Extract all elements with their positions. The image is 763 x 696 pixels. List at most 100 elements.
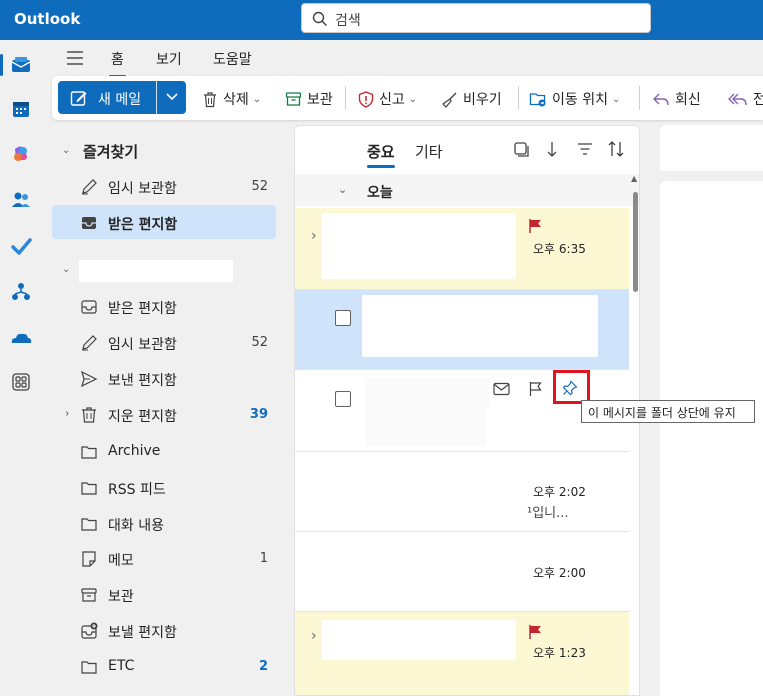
trash-icon: [82, 407, 96, 423]
people-app-icon[interactable]: [8, 187, 34, 213]
folder-count: 2: [258, 659, 268, 674]
flag-icon[interactable]: [527, 218, 543, 234]
search-box[interactable]: 검색: [301, 3, 651, 33]
select-checkbox[interactable]: [335, 391, 351, 407]
sweep-label: 비우기: [463, 92, 502, 108]
move-to-label: 이동 위치: [552, 92, 608, 108]
more-apps-icon[interactable]: [8, 369, 34, 395]
message-time: 오후 2:00: [533, 566, 586, 580]
arrow-down-icon[interactable]: [546, 140, 558, 158]
message-item-selected[interactable]: [295, 290, 629, 370]
redacted-content: [322, 620, 516, 660]
chevron-down-icon[interactable]: ⌄: [62, 145, 70, 156]
folder-conversation[interactable]: 대화 내용: [52, 506, 276, 540]
pencil-icon: [82, 179, 97, 195]
split-divider: [156, 81, 157, 114]
search-icon: [312, 11, 327, 26]
folder-etc[interactable]: ETC 2: [52, 649, 276, 683]
hamburger-icon[interactable]: [66, 50, 84, 66]
tab-help[interactable]: 도움말: [213, 49, 252, 69]
folder-archive-ko[interactable]: 보관: [52, 577, 276, 611]
folder-outbox[interactable]: 보낼 편지함: [52, 613, 276, 647]
folder-sent[interactable]: 보낸 편지함: [52, 361, 276, 395]
tab-other[interactable]: 기타: [415, 141, 443, 162]
message-item[interactable]: › 오후 1:23: [295, 612, 629, 695]
chevron-right-icon[interactable]: ›: [311, 628, 317, 644]
folder-label: 받은 편지함: [108, 217, 178, 233]
filter-icon[interactable]: [577, 142, 593, 156]
group-label: 오늘: [367, 185, 393, 201]
mail-app-icon[interactable]: [8, 52, 34, 78]
reply-all-label: 전: [753, 92, 763, 108]
todo-app-icon[interactable]: [8, 233, 34, 259]
copilot-app-icon[interactable]: [8, 141, 34, 167]
tab-focused[interactable]: 중요: [367, 141, 395, 168]
redacted-content: [485, 408, 583, 446]
chevron-down-icon[interactable]: ⌄: [253, 94, 261, 105]
folder-deleted[interactable]: ⌄ 지운 편지함 39: [52, 397, 276, 431]
message-time: 오후 2:02: [533, 485, 586, 499]
app-title: Outlook: [14, 10, 81, 28]
folder-rss[interactable]: RSS 피드: [52, 470, 276, 504]
group-header-today[interactable]: ⌄ 오늘: [295, 174, 639, 206]
chevron-down-icon[interactable]: ⌄: [409, 94, 417, 105]
flag-icon[interactable]: [527, 624, 543, 640]
redacted-content: [362, 295, 598, 357]
folder-inbox[interactable]: 받은 편지함: [52, 289, 276, 323]
folder-label: 대화 내용: [108, 518, 164, 534]
message-item[interactable]: › 오후 6:35: [295, 208, 629, 290]
mail-icon[interactable]: [493, 382, 510, 396]
message-item[interactable]: 오후 2:02 ¹입니...: [295, 452, 629, 532]
note-icon: [82, 551, 96, 567]
account-name-redacted: [79, 260, 233, 282]
folder-label: 임시 보관함: [108, 337, 177, 353]
archive-icon: [81, 588, 97, 602]
reading-pane-body: [660, 181, 763, 696]
sort-icon[interactable]: [607, 140, 625, 158]
reply-all-button[interactable]: 전: [728, 89, 763, 109]
flag-outline-icon[interactable]: [528, 381, 543, 397]
sweep-button[interactable]: 비우기: [441, 89, 502, 109]
scroll-up-icon[interactable]: ▲: [631, 174, 637, 183]
archive-button[interactable]: 보관: [285, 89, 333, 109]
new-mail-button[interactable]: 새 메일: [58, 81, 186, 114]
chevron-down-icon[interactable]: [166, 92, 178, 102]
calendar-app-icon[interactable]: [8, 96, 34, 122]
reply-label: 회신: [675, 92, 701, 108]
reply-button[interactable]: 회신: [652, 89, 701, 109]
favorites-header[interactable]: 즐겨찾기: [83, 141, 138, 162]
outbox-icon: [81, 622, 98, 639]
delete-button[interactable]: 삭제 ⌄: [202, 89, 261, 109]
folder-drafts[interactable]: 임시 보관함 52: [52, 325, 276, 359]
app-rail: [0, 40, 42, 696]
message-list-scrollbar[interactable]: [633, 192, 638, 292]
favorite-inbox[interactable]: 받은 편지함: [52, 205, 276, 239]
chevron-down-icon[interactable]: ⌄: [62, 264, 70, 275]
folder-pane: ⌄ 즐겨찾기 임시 보관함 52 받은 편지함 ⌄ 받은 편지함 임시 보관함 …: [52, 124, 286, 696]
org-explorer-app-icon[interactable]: [8, 279, 34, 305]
tab-home[interactable]: 홈: [109, 49, 126, 77]
search-input[interactable]: 검색: [335, 10, 361, 30]
message-item[interactable]: 오후 2:00: [295, 532, 629, 612]
inbox-icon: [81, 300, 97, 314]
pin-tooltip: 이 메시지를 폴더 상단에 유지: [581, 400, 755, 423]
chevron-down-icon[interactable]: ⌄: [338, 183, 347, 196]
onedrive-app-icon[interactable]: [8, 325, 34, 351]
folder-notes[interactable]: 메모 1: [52, 541, 276, 575]
move-to-button[interactable]: 이동 위치 ⌄: [529, 89, 620, 109]
folder-label: 보낸 편지함: [108, 373, 177, 389]
chevron-right-icon[interactable]: ⌄: [61, 409, 72, 417]
message-time: 오후 6:35: [533, 242, 586, 256]
favorite-drafts[interactable]: 임시 보관함 52: [52, 169, 276, 203]
tab-view[interactable]: 보기: [156, 49, 182, 69]
report-button[interactable]: 신고 ⌄: [358, 89, 417, 109]
chevron-right-icon[interactable]: ›: [311, 228, 317, 244]
reply-icon: [653, 93, 669, 105]
folder-count: 1: [259, 551, 268, 566]
folder-label: RSS 피드: [108, 482, 166, 498]
trash-icon: [204, 91, 216, 107]
select-checkbox[interactable]: [335, 310, 351, 326]
folder-archive[interactable]: Archive: [52, 434, 276, 468]
select-icon[interactable]: [513, 141, 529, 157]
chevron-down-icon[interactable]: ⌄: [612, 94, 620, 105]
